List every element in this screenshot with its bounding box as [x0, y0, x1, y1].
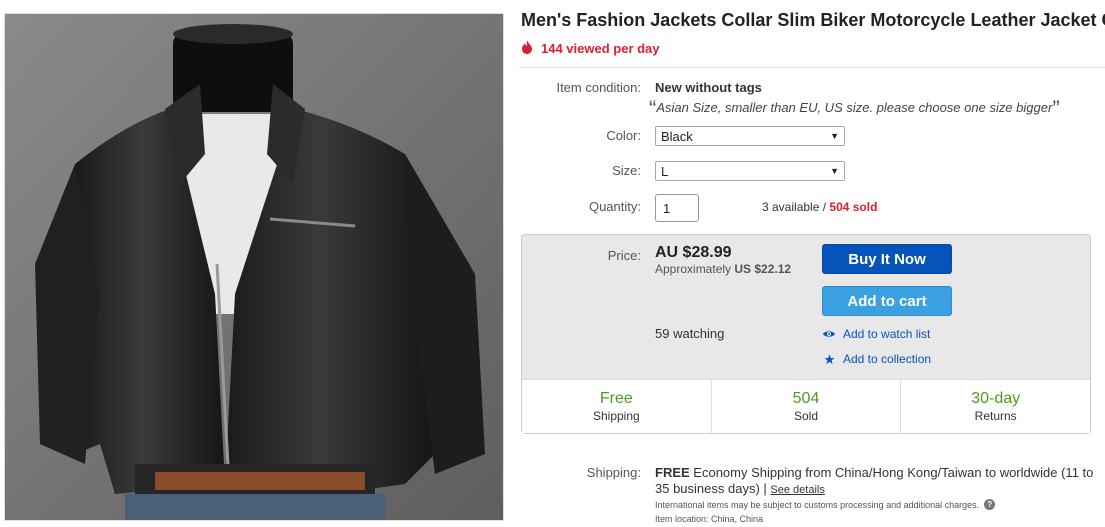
- chevron-down-icon: ▼: [830, 131, 839, 141]
- highlight-small: Shipping: [592, 409, 640, 423]
- highlight-sold: 504 Sold: [712, 380, 902, 433]
- size-label: Size:: [612, 163, 641, 178]
- color-selected: Black: [661, 128, 693, 144]
- viewed-text: 144 viewed per day: [541, 41, 660, 56]
- jacket-photo: [5, 14, 503, 520]
- item-location: Item location: China, China: [655, 514, 764, 524]
- available-count: 3 available: [762, 200, 820, 214]
- quantity-label: Quantity:: [588, 199, 641, 214]
- add-to-collection-link[interactable]: Add to collection: [822, 352, 931, 366]
- highlight-small: Sold: [793, 409, 819, 423]
- color-label: Color:: [606, 128, 641, 143]
- highlight-small: Returns: [974, 409, 1017, 423]
- availability-separator: /: [819, 200, 830, 214]
- see-details-link[interactable]: See details: [770, 484, 824, 496]
- eye-icon: [822, 330, 836, 338]
- buy-it-now-button[interactable]: Buy It Now: [822, 244, 952, 274]
- intl-note-text: International items may be subject to cu…: [655, 499, 980, 510]
- sold-count[interactable]: 504 sold: [829, 200, 877, 214]
- availability: 3 available / 504 sold: [762, 200, 877, 214]
- viewed-per-day: 144 viewed per day: [521, 40, 660, 57]
- condition-note: “Asian Size, smaller than EU, US size. p…: [649, 96, 1060, 122]
- approx-price: Approximately US $22.12: [655, 262, 791, 276]
- close-quote: ”: [1052, 96, 1060, 121]
- watch-list-label: Add to watch list: [843, 327, 931, 341]
- flame-icon: [521, 40, 533, 57]
- color-select[interactable]: Black ▼: [655, 126, 845, 146]
- product-image[interactable]: [4, 13, 504, 521]
- size-selected: L: [661, 163, 669, 179]
- quantity-input[interactable]: 1: [655, 194, 699, 222]
- shipping-text: FREE Economy Shipping from China/Hong Ko…: [655, 465, 1095, 498]
- price-value: AU $28.99: [655, 244, 732, 261]
- price-label: Price:: [607, 248, 641, 263]
- highlight-big: Free: [599, 390, 633, 407]
- condition-note-text: Asian Size, smaller than EU, US size. pl…: [656, 100, 1053, 115]
- highlight-big: 504: [792, 390, 820, 407]
- star-icon: [822, 353, 836, 365]
- shipping-label: Shipping:: [586, 465, 641, 480]
- add-to-cart-button[interactable]: Add to cart: [822, 286, 952, 316]
- collection-label: Add to collection: [843, 352, 932, 366]
- chevron-down-icon: ▼: [830, 166, 839, 176]
- highlights-strip: Free Shipping 504 Sold 30-day Returns: [522, 379, 1090, 433]
- shipping-description: Economy Shipping from China/Hong Kong/Ta…: [655, 465, 1094, 496]
- help-icon[interactable]: ?: [984, 499, 996, 510]
- condition-label: Item condition:: [556, 80, 641, 95]
- size-select[interactable]: L ▼: [655, 161, 845, 181]
- divider: [519, 67, 1105, 68]
- product-title: Men's Fashion Jackets Collar Slim Biker …: [521, 10, 1105, 30]
- shipping-free: FREE: [655, 465, 690, 480]
- highlight-returns: 30-day Returns: [901, 380, 1090, 433]
- add-to-watch-list-link[interactable]: Add to watch list: [822, 327, 930, 341]
- highlight-shipping: Free Shipping: [522, 380, 712, 433]
- watching-count: 59 watching: [655, 326, 725, 341]
- approx-prefix: Approximately: [655, 262, 732, 276]
- approx-value: US $22.12: [734, 262, 792, 276]
- international-note: International items may be subject to cu…: [655, 499, 996, 510]
- highlight-big: 30-day: [971, 390, 1021, 407]
- condition-value: New without tags: [655, 80, 762, 95]
